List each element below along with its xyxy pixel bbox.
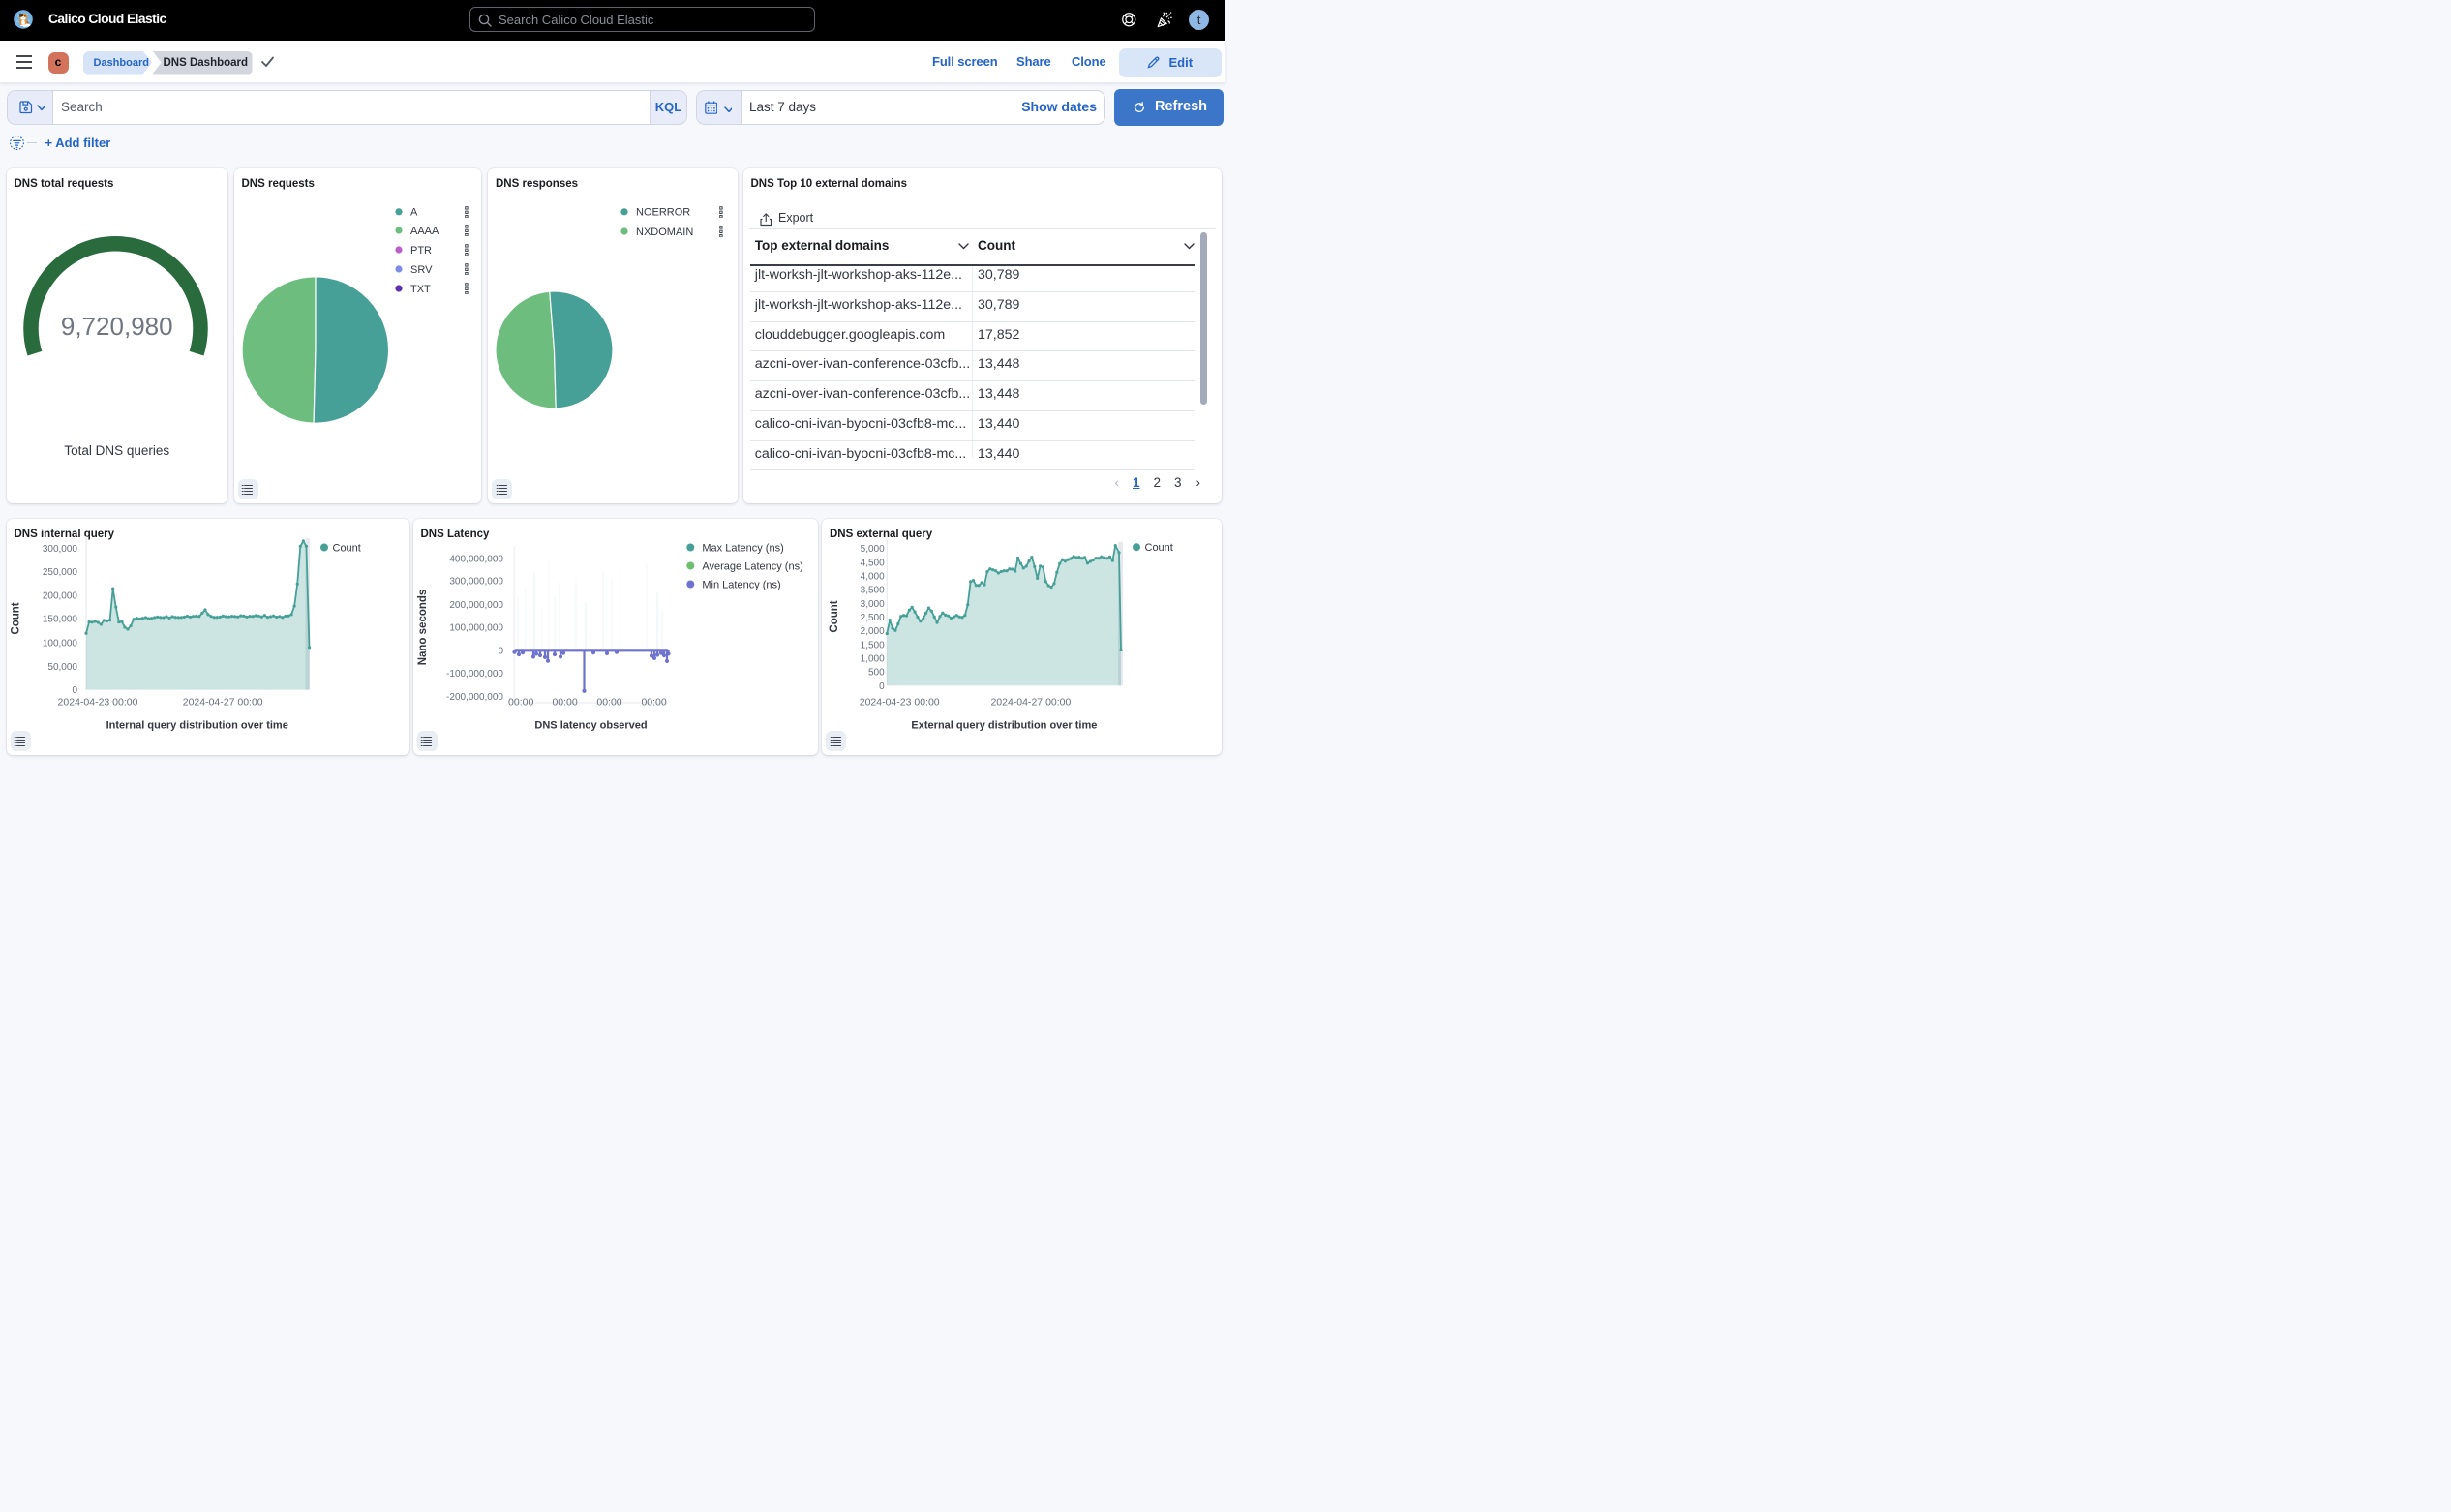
svg-text:00:00: 00:00 bbox=[596, 697, 621, 709]
svg-text:AAAA: AAAA bbox=[410, 226, 439, 237]
svg-text:4,500: 4,500 bbox=[861, 558, 885, 568]
svg-text:Count: Count bbox=[10, 602, 21, 634]
svg-text:5,000: 5,000 bbox=[861, 544, 885, 555]
svg-text:2024-04-27 00:00: 2024-04-27 00:00 bbox=[990, 697, 1071, 709]
svg-text:SRV: SRV bbox=[410, 264, 433, 276]
svg-text:-200,000,000: -200,000,000 bbox=[446, 692, 503, 703]
svg-text:250,000: 250,000 bbox=[42, 567, 77, 578]
svg-text:Count: Count bbox=[829, 600, 840, 632]
svg-text:00:00: 00:00 bbox=[552, 697, 577, 709]
svg-text:4,000: 4,000 bbox=[861, 571, 885, 582]
svg-text:NOERROR: NOERROR bbox=[636, 207, 690, 219]
svg-text:00:00: 00:00 bbox=[641, 697, 666, 709]
svg-text:Nano seconds: Nano seconds bbox=[417, 590, 429, 666]
svg-text:2024-04-23 00:00: 2024-04-23 00:00 bbox=[860, 697, 940, 709]
svg-text:Count: Count bbox=[1145, 542, 1173, 554]
svg-text:100,000,000: 100,000,000 bbox=[449, 622, 503, 633]
svg-text:A: A bbox=[410, 207, 418, 219]
svg-text:Min Latency (ns): Min Latency (ns) bbox=[702, 579, 780, 590]
svg-text:150,000: 150,000 bbox=[42, 615, 77, 625]
svg-text:3,000: 3,000 bbox=[861, 599, 885, 610]
svg-text:3,500: 3,500 bbox=[861, 586, 885, 596]
svg-text:Count: Count bbox=[332, 542, 360, 554]
svg-text:0: 0 bbox=[879, 681, 885, 692]
svg-text:TXT: TXT bbox=[410, 284, 431, 295]
svg-text:400,000,000: 400,000,000 bbox=[449, 554, 503, 564]
svg-text:300,000,000: 300,000,000 bbox=[449, 577, 503, 588]
svg-text:Max Latency (ns): Max Latency (ns) bbox=[702, 542, 783, 554]
svg-text:2024-04-23 00:00: 2024-04-23 00:00 bbox=[57, 697, 137, 709]
svg-text:2,000: 2,000 bbox=[861, 626, 885, 637]
svg-text:DNS latency observed: DNS latency observed bbox=[534, 720, 647, 732]
svg-text:0: 0 bbox=[498, 646, 503, 656]
svg-text:200,000: 200,000 bbox=[42, 591, 77, 602]
svg-text:500: 500 bbox=[868, 668, 885, 679]
svg-text:0: 0 bbox=[72, 685, 77, 696]
svg-text:00:00: 00:00 bbox=[508, 697, 533, 709]
svg-text:Average Latency (ns): Average Latency (ns) bbox=[702, 560, 802, 572]
svg-text:100,000: 100,000 bbox=[42, 638, 77, 649]
svg-text:PTR: PTR bbox=[410, 245, 432, 257]
svg-text:-100,000,000: -100,000,000 bbox=[446, 669, 503, 680]
svg-text:NXDOMAIN: NXDOMAIN bbox=[636, 227, 693, 238]
svg-text:50,000: 50,000 bbox=[47, 662, 77, 673]
svg-text:1,000: 1,000 bbox=[861, 654, 885, 665]
svg-text:External query distribution ov: External query distribution over time bbox=[911, 720, 1097, 732]
svg-text:Internal query distribution ov: Internal query distribution over time bbox=[106, 720, 287, 732]
svg-text:200,000,000: 200,000,000 bbox=[449, 600, 503, 611]
svg-text:1,500: 1,500 bbox=[861, 640, 885, 650]
svg-text:2,500: 2,500 bbox=[861, 613, 885, 623]
svg-text:2024-04-27 00:00: 2024-04-27 00:00 bbox=[182, 697, 262, 709]
svg-text:300,000: 300,000 bbox=[42, 544, 77, 555]
